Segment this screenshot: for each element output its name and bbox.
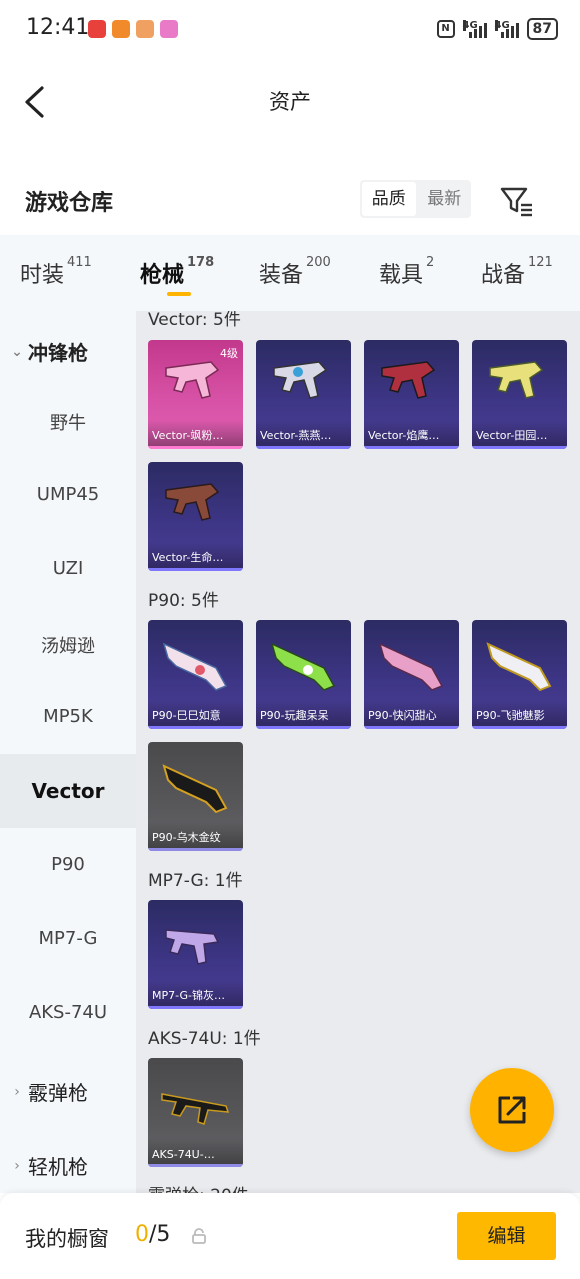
section-title-p90: P90: 5件 [148,591,219,611]
sidebar-item-uzi[interactable]: UZI [0,558,136,579]
item-name: P90-飞驰魅影 [476,709,545,722]
item-card[interactable]: AKS-74U-… [148,1058,243,1167]
item-name: Vector-焰鹰… [368,429,440,442]
sidebar-item-vector[interactable]: Vector [0,754,136,828]
sort-quality-option[interactable]: 品质 [362,182,416,216]
sidebar-item-thompson[interactable]: 汤姆逊 [0,632,136,658]
item-name: Vector-生命… [152,551,224,564]
item-name: AKS-74U-… [152,1148,215,1161]
lock-icon [192,1228,206,1244]
sidebar-item-mp5k[interactable]: MP5K [0,706,136,727]
item-level: 4级 [220,347,238,360]
smg-icon [381,361,436,399]
share-button[interactable] [470,1068,554,1152]
category-tabs: 时装411 枪械178 装备200 载具2 战备121 [0,235,580,311]
sidebar-item-mp7g[interactable]: MP7-G [0,928,136,949]
item-grid-area: Vector: 5件 4级 Vector-飒粉… Vector-燕燕… Vect… [136,311,580,1193]
tab-fashion[interactable]: 时装411 [20,255,92,289]
chat-app-icon [136,20,154,38]
page-header: 资产 [0,62,580,138]
item-card[interactable]: Vector-燕燕… [256,340,351,449]
active-tab-indicator [167,292,191,296]
sidebar-group-smg[interactable]: ⌄ 冲锋枪 [10,337,88,366]
item-name: Vector-燕燕… [260,429,332,442]
chevron-right-icon: › [14,1083,20,1100]
tab-equipment[interactable]: 装备200 [259,255,331,289]
item-card[interactable]: P90-巳巳如意 [148,620,243,729]
p90-icon [162,642,228,691]
item-name: P90-快闪甜心 [368,709,437,722]
section-title-aks74u: AKS-74U: 1件 [148,1029,261,1049]
item-card[interactable]: Vector-田园… [472,340,567,449]
sidebar-group-label: 轻机枪 [28,1155,88,1179]
smg-icon [489,361,544,399]
nfc-icon: N [436,20,455,38]
sidebar: ⌄ 冲锋枪 野牛 UMP45 UZI 汤姆逊 MP5K Vector P90 M… [0,311,136,1193]
sidebar-group-label: 冲锋枪 [28,341,88,365]
chevron-down-icon: ⌄ [11,343,23,360]
sort-newest-option[interactable]: 最新 [418,182,472,216]
edit-button[interactable]: 编辑 [457,1212,556,1260]
item-card[interactable]: 4级 Vector-飒粉… [148,340,243,449]
smg-icon [273,361,328,399]
chevron-right-icon: › [14,1157,20,1174]
warehouse-title: 游戏仓库 [25,191,114,216]
sidebar-item-aks74u[interactable]: AKS-74U [0,1002,136,1023]
showcase-count: 0/5 [135,1222,171,1247]
smg-icon [165,929,220,965]
sidebar-item-ump45[interactable]: UMP45 [0,484,136,505]
video-app-icon [112,20,130,38]
p90-icon [378,642,444,691]
filter-icon[interactable] [496,180,536,220]
status-indicators: N 4G 4G 87 [436,18,558,40]
p90-icon [486,642,552,692]
tab-supplies[interactable]: 战备121 [481,255,553,289]
share-icon [498,1096,526,1124]
showcase-label: 我的橱窗 [25,1227,109,1251]
item-name: Vector-飒粉… [152,429,224,442]
item-card[interactable]: Vector-生命… [148,462,243,571]
item-name: MP7-G-锦灰… [152,989,225,1002]
sidebar-group-lmg[interactable]: › 轻机枪 [10,1151,88,1180]
p90-icon [162,764,228,814]
item-name: P90-玩趣呆呆 [260,709,329,722]
game-app-icon [160,20,178,38]
item-card[interactable]: MP7-G-锦灰… [148,900,243,1009]
item-card[interactable]: P90-快闪甜心 [364,620,459,729]
signal-icon-1: 4G [462,20,487,38]
showcase-bar: 我的橱窗 0/5 编辑 [0,1193,580,1279]
sidebar-item-bison[interactable]: 野牛 [0,409,136,435]
item-name: P90-乌木金纹 [152,831,221,844]
rifle-icon [161,1093,230,1125]
item-card[interactable]: P90-飞驰魅影 [472,620,567,729]
item-card[interactable]: Vector-焰鹰… [364,340,459,449]
sidebar-group-shotgun[interactable]: › 霰弹枪 [10,1077,88,1106]
smg-icon [165,483,220,521]
section-title-mp7g: MP7-G: 1件 [148,871,243,891]
warehouse-header: 游戏仓库 品质 最新 [0,165,580,235]
item-name: P90-巳巳如意 [152,709,221,722]
status-app-icons [88,20,178,38]
sidebar-item-p90[interactable]: P90 [0,854,136,875]
sort-segmented-control: 品质 最新 [360,180,471,218]
section-title-vector: Vector: 5件 [148,311,241,330]
tab-vehicles[interactable]: 载具2 [379,255,434,289]
status-time: 12:41 [26,15,90,40]
battery-icon: 87 [526,18,558,40]
item-card[interactable]: P90-玩趣呆呆 [256,620,351,729]
section-title-shotgun: 霰弹枪: 20件 [148,1181,249,1193]
signal-icon-2: 4G [494,20,519,38]
tab-firearms[interactable]: 枪械178 [140,255,214,289]
app-notification-icon [88,20,106,38]
item-name: Vector-田园… [476,429,548,442]
sidebar-group-label: 霰弹枪 [28,1081,88,1105]
p90-icon [270,642,336,691]
status-bar: 12:41 N 4G 4G 87 [0,0,580,62]
page-title: 资产 [269,90,311,114]
item-card[interactable]: P90-乌木金纹 [148,742,243,851]
